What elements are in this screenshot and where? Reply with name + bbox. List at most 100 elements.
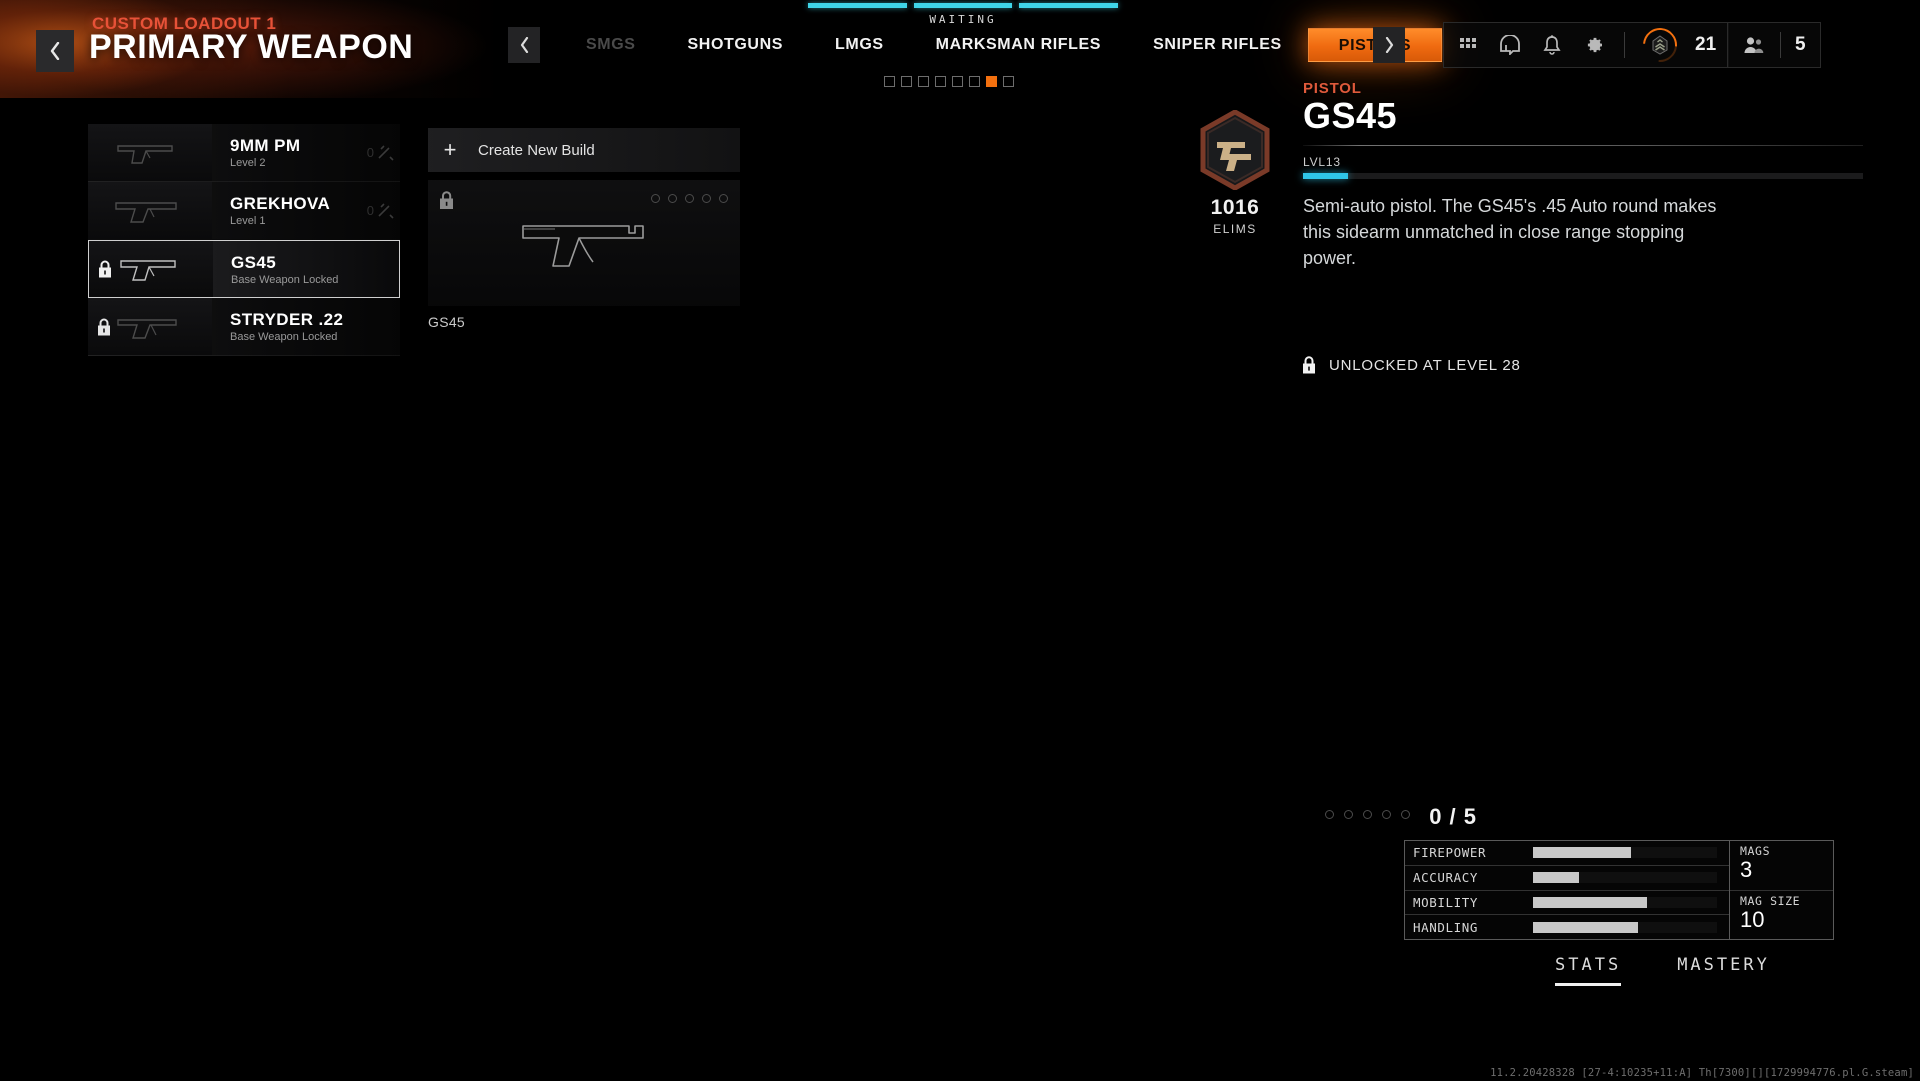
weapon-thumbnail	[88, 298, 212, 355]
chevron-right-icon	[1385, 37, 1393, 53]
weapon-build-count: 0	[350, 144, 400, 161]
build-attachment-pips	[651, 194, 728, 203]
back-button[interactable]	[36, 30, 74, 72]
divider	[1780, 32, 1781, 58]
weapon-description: Semi-auto pistol. The GS45's .45 Auto ro…	[1303, 196, 1717, 269]
chevron-left-icon	[520, 37, 528, 53]
stat-cell-mag-size: MAG SIZE 10	[1730, 891, 1833, 940]
tab-lmgs[interactable]: LMGS	[809, 27, 910, 63]
stat-fill	[1533, 896, 1648, 908]
bottom-tabs: STATS MASTERY	[1555, 955, 1770, 986]
weapon-name: GS45	[231, 252, 277, 272]
tab-mastery[interactable]: MASTERY	[1677, 955, 1770, 986]
attachment-pip	[668, 194, 677, 203]
elims-block: 1016 ELIMS	[1190, 110, 1280, 236]
page-dot[interactable]	[918, 76, 929, 87]
weapon-tool-icon	[378, 144, 394, 161]
build-version-watermark: 11.2.20428328 [27-4:10235+11:A] Th[7300]…	[1490, 1067, 1914, 1079]
tab-smgs[interactable]: SMGS	[560, 27, 662, 63]
attachment-pip[interactable]	[1325, 810, 1334, 819]
weapon-level-progress	[1303, 173, 1863, 179]
stat-label: HANDLING	[1413, 919, 1479, 935]
stat-row-accuracy: ACCURACY	[1405, 866, 1729, 891]
stat-track	[1533, 872, 1717, 884]
grid-icon[interactable]	[1456, 33, 1480, 57]
weapon-thumbnail	[88, 124, 212, 181]
tab-sniper-rifles[interactable]: SNIPER RIFLES	[1127, 27, 1308, 63]
lock-icon	[96, 317, 112, 336]
attachment-pip[interactable]	[1401, 810, 1410, 819]
page-title: PRIMARY WEAPON	[89, 28, 414, 66]
match-status-bar	[808, 3, 907, 8]
weapon-subtitle: Base Weapon Locked	[231, 273, 339, 286]
page-dot[interactable]	[952, 76, 963, 87]
category-next-button[interactable]	[1373, 27, 1405, 63]
page-dot[interactable]	[935, 76, 946, 87]
social-panel: 5	[1727, 22, 1821, 68]
weapon-list: 9MM PM Level 2 0 GREKHOVA Level 1 0 GS45…	[88, 124, 400, 356]
gear-icon[interactable]	[1582, 33, 1606, 57]
top-right-toolbar: 21	[1443, 21, 1730, 69]
weapon-subtitle: Level 1	[230, 215, 266, 227]
create-new-build-label: Create New Build	[478, 141, 595, 159]
rank-progress-ring	[1636, 21, 1684, 69]
category-tabs: SMGS SHOTGUNS LMGS MARKSMAN RIFLES SNIPE…	[560, 27, 1443, 63]
create-new-build-button[interactable]: + Create New Build	[428, 128, 740, 172]
attachment-count: 0 / 5	[1429, 804, 1477, 829]
weapon-stats-panel: FIREPOWER ACCURACY MOBILITY HANDLING MAG…	[1404, 840, 1834, 940]
divider	[1303, 145, 1863, 146]
weapon-list-item-grekhova[interactable]: GREKHOVA Level 1 0	[88, 182, 400, 240]
pistol-silhouette-icon	[115, 201, 177, 223]
tab-stats[interactable]: STATS	[1555, 955, 1622, 986]
page-dot[interactable]	[901, 76, 912, 87]
social-value: 5	[1795, 34, 1806, 55]
attachment-slots	[1325, 810, 1410, 819]
stat-row-handling: HANDLING	[1405, 915, 1729, 939]
attachment-slot-pips	[1325, 810, 1410, 819]
tab-marksman-rifles[interactable]: MARKSMAN RIFLES	[910, 27, 1127, 63]
weapon-subtitle: Base Weapon Locked	[230, 331, 338, 343]
stat-label: MOBILITY	[1413, 894, 1479, 910]
match-status-bar	[913, 3, 1013, 8]
attachment-pip	[685, 194, 694, 203]
stat-key: MAG SIZE	[1740, 893, 1801, 908]
page-dot[interactable]	[884, 76, 895, 87]
headset-chat-icon[interactable]	[1498, 33, 1522, 57]
weapon-list-item-stryder-22[interactable]: STRYDER .22 Base Weapon Locked	[88, 298, 400, 356]
stat-value: 10	[1740, 906, 1765, 932]
weapon-list-item-gs45[interactable]: GS45 Base Weapon Locked	[88, 240, 400, 298]
stat-key: MAGS	[1740, 844, 1771, 858]
tab-shotguns[interactable]: SHOTGUNS	[662, 27, 809, 63]
stat-fill	[1533, 921, 1638, 933]
build-count-value: 0	[366, 145, 374, 160]
attachment-pip[interactable]	[1382, 810, 1391, 819]
elims-label: ELIMS	[1213, 222, 1257, 236]
weapon-list-item-9mm-pm[interactable]: 9MM PM Level 2 0	[88, 124, 400, 182]
attachment-pip	[719, 194, 728, 203]
plus-icon: +	[443, 137, 457, 162]
pistol-render-icon	[522, 225, 644, 267]
rank-badge[interactable]	[1636, 21, 1684, 69]
weapon-info: GS45 Base Weapon Locked	[213, 253, 349, 286]
category-prev-button[interactable]	[508, 27, 540, 63]
weapon-tool-icon	[378, 202, 394, 219]
match-status-label: WAITING	[929, 13, 997, 26]
page-dot[interactable]	[969, 76, 980, 87]
attachment-pip[interactable]	[1344, 810, 1353, 819]
divider	[1624, 32, 1625, 58]
pistol-silhouette-icon	[117, 144, 173, 164]
bell-icon[interactable]	[1540, 33, 1564, 57]
friends-icon[interactable]	[1742, 33, 1766, 57]
pistol-silhouette-icon	[117, 318, 177, 339]
page-dots	[884, 76, 1014, 87]
build-card-gs45[interactable]	[428, 180, 740, 306]
weapon-detail-panel: PISTOL GS45 LVL13 Semi-auto pistol. The …	[1303, 80, 1863, 271]
weapon-name: 9MM PM	[230, 136, 301, 155]
unlock-requirement-text: UNLOCKED AT LEVEL 28	[1329, 356, 1521, 374]
weapon-build-count: 0	[350, 202, 400, 219]
page-dot[interactable]	[1003, 76, 1014, 87]
lock-icon	[1303, 356, 1315, 374]
attachment-pip[interactable]	[1363, 810, 1372, 819]
page-dot-active[interactable]	[986, 76, 997, 87]
rank-value: 21	[1695, 34, 1717, 55]
